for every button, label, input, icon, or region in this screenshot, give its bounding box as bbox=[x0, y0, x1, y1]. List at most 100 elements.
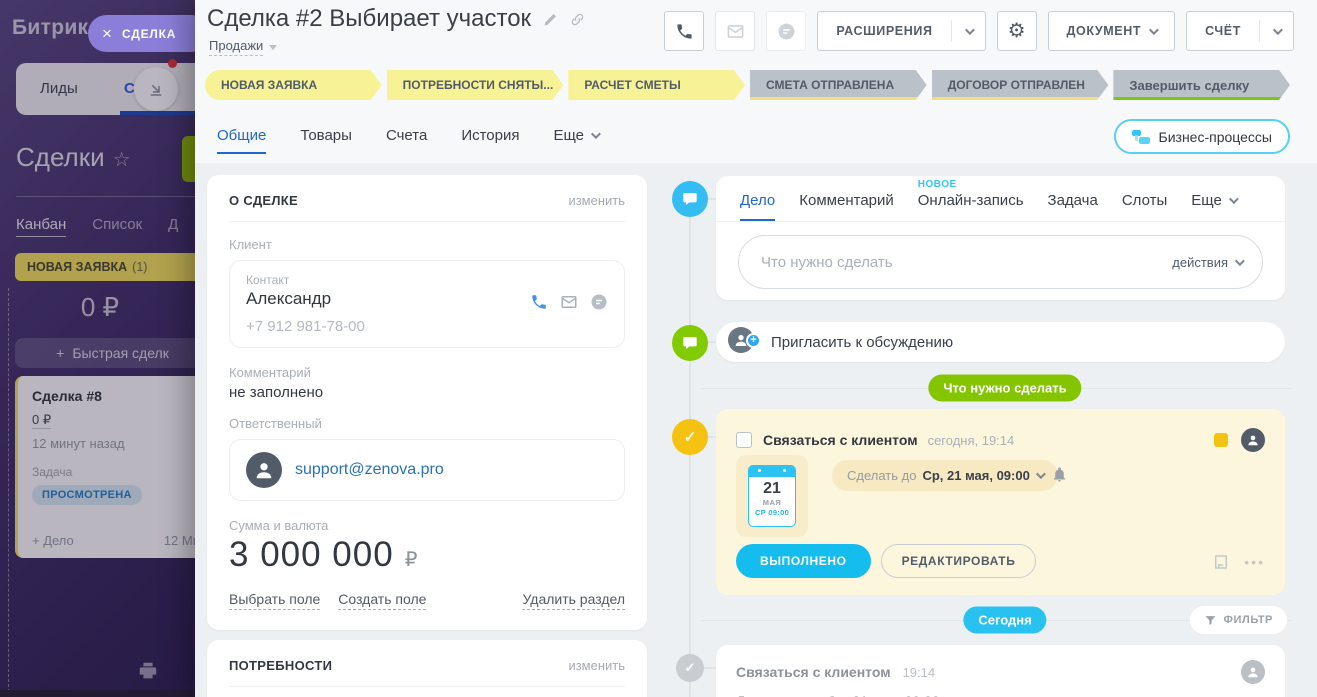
tab-history[interactable]: История bbox=[461, 127, 519, 144]
tab-leads[interactable]: Лиды bbox=[40, 80, 78, 97]
calendar-time: СР 09:00 bbox=[754, 508, 790, 518]
client-box[interactable]: Контакт Александр +7 912 981-78-00 bbox=[229, 260, 625, 348]
view-tab-kanban[interactable]: Канбан bbox=[16, 216, 67, 237]
edit-button[interactable]: РЕДАКТИРОВАТЬ bbox=[880, 544, 1037, 578]
chevron-down-icon bbox=[1228, 194, 1239, 205]
tab-products[interactable]: Товары bbox=[300, 127, 352, 144]
comment-value[interactable]: не заполнено bbox=[229, 384, 625, 401]
etab-more[interactable]: Еще bbox=[1191, 192, 1239, 209]
contact-phone[interactable]: +7 912 981-78-00 bbox=[246, 318, 608, 335]
calendar-day: 21 bbox=[763, 480, 781, 497]
column-dashed-border bbox=[8, 288, 9, 697]
task-time: сегодня, 19:14 bbox=[927, 432, 1015, 448]
edit-title-icon[interactable] bbox=[543, 12, 558, 27]
stage-contract-sent[interactable]: ДОГОВОР ОТПРАВЛЕН bbox=[932, 70, 1109, 100]
gear-icon: ⚙ bbox=[1007, 20, 1026, 42]
invoice-dropdown[interactable] bbox=[1260, 12, 1293, 50]
etab-slots[interactable]: Слоты bbox=[1122, 192, 1167, 209]
add-activity-link[interactable]: + Дело bbox=[32, 533, 74, 548]
view-tab-more[interactable]: Д bbox=[168, 216, 178, 237]
todo-input[interactable] bbox=[759, 252, 1173, 272]
etab-online-booking[interactable]: НОВОЕ Онлайн-запись bbox=[918, 179, 1024, 209]
funnel-selector[interactable]: Продажи bbox=[209, 38, 278, 56]
edit-link[interactable]: изменить bbox=[568, 193, 625, 208]
invoice-button[interactable]: СЧЁТ bbox=[1186, 11, 1294, 51]
printer-icon[interactable] bbox=[137, 660, 159, 682]
phone-icon[interactable] bbox=[530, 293, 548, 311]
chat-circle-icon[interactable] bbox=[590, 293, 608, 311]
comment-label: Комментарий bbox=[229, 365, 311, 380]
delete-section-link[interactable]: Удалить раздел bbox=[522, 591, 625, 610]
deal-sum[interactable]: 3 000 000 bbox=[229, 535, 394, 575]
done-button[interactable]: ВЫПОЛНЕНО bbox=[736, 544, 871, 578]
view-tab-list[interactable]: Список bbox=[92, 216, 142, 237]
dock-panel-button[interactable] bbox=[134, 67, 178, 111]
funnel-icon bbox=[1205, 615, 1215, 625]
favorite-star-icon[interactable]: ☆ bbox=[113, 149, 131, 171]
past-activity-card[interactable]: Связаться с клиентом 19:14 Дата и время … bbox=[716, 645, 1285, 697]
select-field-link[interactable]: Выбрать поле bbox=[229, 591, 321, 610]
settings-button[interactable]: ⚙ bbox=[996, 11, 1037, 51]
task-header-row: Связаться с клиентом сегодня, 19:14 bbox=[716, 409, 1285, 452]
actions-dropdown[interactable]: действия bbox=[1172, 255, 1245, 270]
email-button[interactable] bbox=[715, 11, 756, 51]
document-button[interactable]: ДОКУМЕНТ bbox=[1047, 11, 1176, 51]
deal-card-title[interactable]: Сделка #8 bbox=[32, 388, 195, 404]
edit-link[interactable]: изменить bbox=[568, 658, 625, 673]
past-time: 19:14 bbox=[902, 664, 936, 680]
stage-needs[interactable]: ПОТРЕБНОСТИ СНЯТЫ... bbox=[387, 70, 564, 100]
extensions-dropdown[interactable] bbox=[952, 12, 985, 50]
note-icon[interactable] bbox=[1212, 553, 1230, 571]
editor-tabs: Дело Комментарий НОВОЕ Онлайн-запись Зад… bbox=[716, 176, 1285, 222]
stage-estimate[interactable]: РАСЧЕТ СМЕТЫ bbox=[568, 70, 745, 100]
etab-comment[interactable]: Комментарий bbox=[799, 192, 893, 209]
etab-activity[interactable]: Дело bbox=[740, 192, 776, 221]
create-field-link[interactable]: Создать поле bbox=[338, 591, 427, 610]
filter-button[interactable]: ФИЛЬТР bbox=[1189, 606, 1287, 634]
bitrix-crm-app: Битрик Лиды Сд Сделки☆ Канбан Список Д Н… bbox=[0, 0, 1317, 697]
slider-close-chip[interactable]: × СДЕЛКА bbox=[88, 15, 210, 52]
chat-button[interactable] bbox=[766, 11, 807, 51]
stage-new[interactable]: НОВАЯ ЗАЯВКА bbox=[205, 70, 382, 100]
calendar-icon: 21 МАЯ СР 09:00 bbox=[748, 465, 796, 527]
call-button[interactable] bbox=[664, 11, 705, 51]
task-checkbox[interactable] bbox=[736, 432, 752, 448]
entity-tabbar: Лиды Сд bbox=[16, 59, 195, 115]
todo-input-box[interactable]: действия bbox=[738, 235, 1263, 289]
kanban-deal-card[interactable]: Сделка #8 0 ₽ 12 минут назад Задача ПРОС… bbox=[15, 376, 195, 558]
etab-task[interactable]: Задача bbox=[1048, 192, 1098, 209]
deadline-selector[interactable]: Сделать до Ср, 21 мая, 09:00 bbox=[832, 460, 1058, 491]
kanban-column-header[interactable]: НОВАЯ ЗАЯВКА (1) bbox=[15, 253, 195, 281]
tab-general[interactable]: Общие bbox=[217, 127, 267, 154]
more-icon[interactable]: ••• bbox=[1244, 554, 1265, 570]
close-icon[interactable]: × bbox=[102, 25, 112, 42]
chat-circle-icon bbox=[778, 23, 795, 39]
about-title: О СДЕЛКЕ bbox=[229, 193, 298, 208]
quick-deal-button[interactable]: + Быстрая сделк bbox=[15, 338, 195, 368]
mail-icon[interactable] bbox=[560, 293, 578, 311]
deal-card-footer: + Дело 12 Ми bbox=[32, 533, 195, 548]
activity-check-icon: ✓ bbox=[672, 419, 708, 455]
deal-card-sum[interactable]: 0 ₽ bbox=[32, 412, 52, 429]
view-switcher: Канбан Список Д bbox=[16, 216, 178, 237]
calendar-tile[interactable]: 21 МАЯ СР 09:00 bbox=[736, 455, 808, 537]
extensions-button[interactable]: РАСШИРЕНИЯ bbox=[817, 11, 986, 51]
responsible-box[interactable]: support@zenova.pro bbox=[229, 439, 625, 501]
flowchart-icon bbox=[1131, 129, 1150, 144]
tab-invoices[interactable]: Счета bbox=[386, 127, 427, 144]
copy-link-icon[interactable] bbox=[570, 12, 585, 27]
business-processes-button[interactable]: Бизнес-процессы bbox=[1113, 119, 1290, 154]
task-title[interactable]: Связаться с клиентом bbox=[763, 432, 918, 448]
past-title[interactable]: Связаться с клиентом bbox=[736, 664, 891, 680]
task-status-badge[interactable]: ПРОСМОТРЕНА bbox=[32, 485, 142, 505]
responsible-link[interactable]: support@zenova.pro bbox=[295, 461, 444, 479]
invite-row[interactable]: + Пригласить к обсуждению bbox=[716, 322, 1285, 362]
add-deal-button-fragment[interactable] bbox=[182, 136, 195, 182]
dock-icon bbox=[150, 84, 162, 96]
toolbar: РАСШИРЕНИЯ ⚙ ДОКУМЕНТ СЧЁТ bbox=[664, 1, 1294, 61]
bell-icon[interactable] bbox=[1051, 466, 1068, 483]
card-header: ПОТРЕБНОСТИ изменить bbox=[229, 658, 625, 687]
tab-more[interactable]: Еще bbox=[553, 127, 601, 144]
stage-close-deal[interactable]: Завершить сделку bbox=[1113, 70, 1290, 100]
stage-estimate-sent[interactable]: СМЕТА ОТПРАВЛЕНА bbox=[750, 70, 927, 100]
